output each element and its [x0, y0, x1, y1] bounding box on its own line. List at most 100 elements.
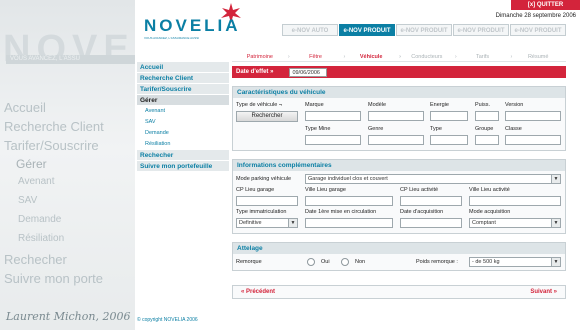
- genre-input[interactable]: [368, 135, 424, 145]
- classe-label: Classe: [505, 126, 522, 132]
- date-effet-bar: Date d'effet » 09/06/2006: [232, 66, 566, 78]
- mode-acquisition-value: Comptant: [472, 220, 496, 226]
- groupe-label: Groupe: [475, 126, 494, 132]
- date-circulation-label: Date 1ère mise en circulation: [305, 209, 377, 215]
- quit-button[interactable]: [x] QUITTER: [511, 0, 580, 10]
- logo-wordmark: NOVELIA: [144, 16, 241, 35]
- background-menu-item: Résiliation: [18, 233, 65, 244]
- chevron-down-icon: ▼: [551, 258, 560, 266]
- tab-enov-produit[interactable]: e-NOV PRODUIT: [453, 24, 509, 36]
- cp-garage-label: CP Lieu garage: [236, 187, 275, 193]
- tab-enov-auto[interactable]: e-NOV AUTO: [282, 24, 338, 36]
- parking-value: Garage individuel clos et couvert: [308, 176, 388, 182]
- date-acquisition-label: Date d'acquisition: [400, 209, 444, 215]
- marque-label: Marque: [305, 102, 324, 108]
- background-menu-item: Tarifer/Souscrire: [4, 138, 99, 153]
- remorque-oui-radio[interactable]: [307, 258, 315, 266]
- current-date: Dimanche 28 septembre 2006: [495, 13, 576, 19]
- date-effet-label: Date d'effet »: [236, 69, 274, 75]
- chevron-down-icon: ▼: [288, 219, 297, 227]
- type-input[interactable]: [430, 135, 468, 145]
- non-label: Non: [355, 259, 366, 265]
- version-label: Version: [505, 102, 524, 108]
- puissance-label: Puiss.: [475, 102, 490, 108]
- sidebar-item-suivre-portefeuille[interactable]: Suivre mon portefeuille: [137, 161, 229, 172]
- rechercher-button[interactable]: Rechercher: [236, 111, 298, 122]
- sidebar-item-rechercher[interactable]: Rechecher: [137, 150, 229, 161]
- copyright: © copyright NOVELIA 2006: [137, 317, 198, 323]
- section-title: Caractéristiques du véhicule: [233, 87, 565, 98]
- previous-button[interactable]: « Précédent: [241, 288, 275, 296]
- step-label: Patrimoine: [246, 54, 273, 60]
- type-mine-input[interactable]: [305, 135, 361, 145]
- sidebar-item-accueil[interactable]: Accueil: [137, 62, 229, 73]
- brand-logo[interactable]: NOVELIA VOUS AVANCEZ, L'ASSURANCE AUSSI: [138, 0, 258, 48]
- vehicle-body: Type de véhicule ¬ Rechercher Marque Mod…: [233, 98, 565, 150]
- attelage-body: Remorque Oui Non Poids remorque : - de 5…: [233, 254, 565, 270]
- date-effet-input[interactable]: 09/06/2006: [289, 67, 328, 77]
- attelage-section: Attelage Remorque Oui Non Poids remorque…: [232, 242, 566, 271]
- background-logo: NOVE: [3, 28, 135, 70]
- type-immat-select[interactable]: Definitive ▼: [236, 218, 298, 228]
- cp-activite-input[interactable]: [400, 196, 462, 206]
- ville-garage-input[interactable]: [305, 196, 393, 206]
- poids-select[interactable]: - de 500 kg ▼: [469, 257, 561, 267]
- energie-input[interactable]: [430, 111, 468, 121]
- groupe-input[interactable]: [475, 135, 499, 145]
- next-button[interactable]: Suivant »: [530, 288, 557, 296]
- sidebar-item-recherche-client[interactable]: Recherche Client: [137, 73, 229, 84]
- type-mine-label: Type Mine: [305, 126, 331, 132]
- version-input[interactable]: [505, 111, 561, 121]
- puissance-input[interactable]: [475, 111, 499, 121]
- parking-label: Mode parking véhicule: [236, 176, 292, 182]
- date-acquisition-input[interactable]: [400, 218, 462, 228]
- oui-label: Oui: [321, 259, 330, 265]
- signature: Laurent Michon, 2006: [6, 310, 131, 323]
- cp-garage-input[interactable]: [236, 196, 298, 206]
- step-label: Résumé: [527, 54, 549, 60]
- tab-enov-produit[interactable]: e-NOV PRODUIT: [396, 24, 452, 36]
- sidebar-subitem-resiliation[interactable]: Résiliation: [137, 139, 229, 150]
- modele-input[interactable]: [368, 111, 424, 121]
- type-label: Type: [430, 126, 442, 132]
- ville-activite-input[interactable]: [469, 196, 561, 206]
- step-label: Tarifs: [475, 54, 490, 60]
- sidebar-subitem-avenant[interactable]: Avenant: [137, 106, 229, 117]
- wizard-navigation: « Précédent Suivant »: [232, 285, 566, 299]
- sidebar-subitem-sav[interactable]: SAV: [137, 117, 229, 128]
- tab-enov-produit-active[interactable]: e-NOV PRODUIT: [339, 24, 395, 36]
- background-menu-item: Demande: [18, 214, 62, 225]
- product-tabs: e-NOV AUTO e-NOV PRODUIT e-NOV PRODUIT e…: [282, 24, 567, 36]
- background-menu-item: Suivre mon porte: [4, 271, 103, 286]
- energie-label: Energie: [430, 102, 449, 108]
- background-decoration: NOVE VOUS AVANCEZ, L'ASSU Accueil Recher…: [0, 0, 135, 330]
- logo-tagline: VOUS AVANCEZ, L'ASSURANCE AUSSI: [144, 36, 200, 40]
- remorque-non-radio[interactable]: [341, 258, 349, 266]
- step-fetre[interactable]: Fêtre ›: [288, 52, 345, 61]
- step-patrimoine[interactable]: Patrimoine ›: [232, 52, 290, 61]
- parking-select[interactable]: Garage individuel clos et couvert ▼: [305, 174, 561, 184]
- classe-input[interactable]: [505, 135, 561, 145]
- background-menu-item: Accueil: [4, 100, 46, 115]
- sidebar-item-tarifer[interactable]: Tarifer/Souscrire: [137, 84, 229, 95]
- section-title: Informations complémentaires: [233, 160, 565, 171]
- step-label: Fêtre: [309, 54, 322, 60]
- chevron-down-icon: ▼: [551, 175, 560, 183]
- sidebar-item-gerer[interactable]: Gérer: [137, 95, 229, 106]
- step-resume[interactable]: Résumé: [510, 52, 566, 61]
- step-tarifs[interactable]: Tarifs ›: [455, 52, 512, 61]
- step-label: Véhicule: [359, 54, 383, 60]
- section-title: Attelage: [233, 243, 565, 254]
- date-circulation-input[interactable]: [305, 218, 393, 228]
- sidebar-subitem-demande[interactable]: Demande: [137, 128, 229, 139]
- ville-garage-label: Ville Lieu garage: [305, 187, 346, 193]
- marque-input[interactable]: [305, 111, 361, 121]
- info-section: Informations complémentaires Mode parkin…: [232, 159, 566, 234]
- background-menu-item: Recherche Client: [4, 119, 104, 134]
- mode-acquisition-select[interactable]: Comptant ▼: [469, 218, 561, 228]
- genre-label: Genre: [368, 126, 384, 132]
- step-vehicule[interactable]: Véhicule ›: [343, 52, 401, 61]
- tab-enov-produit[interactable]: e-NOV PRODUIT: [510, 24, 566, 36]
- background-menu-item: SAV: [18, 195, 38, 206]
- step-conducteurs[interactable]: Conducteurs ›: [399, 52, 456, 61]
